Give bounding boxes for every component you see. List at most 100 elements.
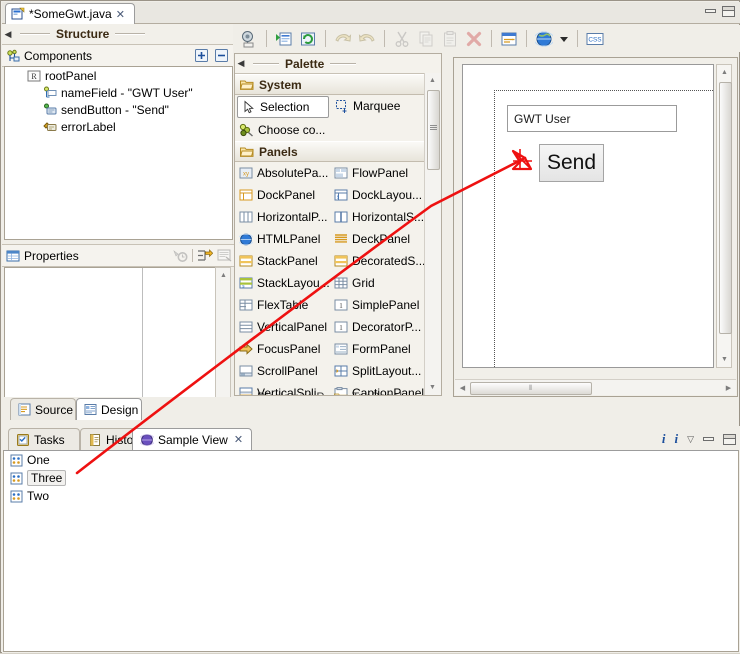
list-item-label: Two xyxy=(27,489,50,503)
sample-view-list[interactable]: One Three Two xyxy=(3,450,739,652)
palette-item-stacklayout[interactable]: s StackLayou... xyxy=(235,272,330,294)
close-icon[interactable]: ✕ xyxy=(234,433,243,446)
tree-row-errorlabel[interactable]: errorLabel xyxy=(5,118,232,135)
palette-category-panels[interactable]: Panels xyxy=(235,141,441,162)
list-item[interactable]: Two xyxy=(4,487,738,505)
hscroll-thumb[interactable]: ⦀ xyxy=(470,382,592,395)
palette-item-horizontalpanel[interactable]: HorizontalP... xyxy=(235,206,330,228)
dropdown-arrow-icon[interactable] xyxy=(557,28,571,50)
palette-scrollbar[interactable]: ▲ ▼ xyxy=(424,73,441,395)
view-menu-icon[interactable]: ▽ xyxy=(687,434,694,445)
palette-item-stackpanel[interactable]: StackPanel xyxy=(235,250,330,272)
design-canvas-area: GWT User Send ▲ ▼ ◀ ⦀ ▶ xyxy=(453,57,738,397)
html-panel-icon xyxy=(239,233,253,246)
maximize-icon[interactable] xyxy=(723,433,736,445)
palette-item-htmlpanel[interactable]: HTMLPanel xyxy=(235,228,330,250)
scroll-right-icon[interactable]: ▶ xyxy=(721,384,736,392)
expand-all-icon[interactable] xyxy=(194,48,209,63)
components-tree[interactable]: R rootPanel nameField - "GWT User" sendB… xyxy=(4,66,233,240)
scroll-down-icon[interactable]: ▼ xyxy=(425,380,440,395)
tab-source[interactable]: Source xyxy=(10,398,76,420)
palette-item-partial-b[interactable]: TabPanel xyxy=(330,386,425,395)
collapse-all-icon[interactable] xyxy=(214,48,229,63)
tree-row-sendbutton[interactable]: sendButton - "Send" xyxy=(5,101,232,118)
undo-icon[interactable] xyxy=(332,28,354,50)
info-icon-1[interactable]: i xyxy=(662,431,666,447)
minimize-icon[interactable] xyxy=(703,435,714,444)
palette-item-docklayoutpanel[interactable]: s DockLayou... xyxy=(330,184,425,206)
palette-item-decoratorpanel[interactable]: 1 DecoratorP... xyxy=(330,316,425,338)
open-in-editor-icon[interactable] xyxy=(273,28,295,50)
palette-item-grid[interactable]: Grid xyxy=(330,272,425,294)
canvas-scrollbar-thumb[interactable] xyxy=(719,82,732,334)
scroll-left-icon[interactable]: ◀ xyxy=(455,384,470,392)
palette-item-marquee[interactable]: Marquee xyxy=(331,95,431,117)
palette-item-deckpanel[interactable]: DeckPanel xyxy=(330,228,425,250)
minimize-icon[interactable] xyxy=(705,7,716,16)
list-item[interactable]: One xyxy=(4,451,738,469)
scroll-up-icon[interactable]: ▲ xyxy=(216,268,231,283)
maximize-icon[interactable] xyxy=(722,6,735,17)
copy-icon[interactable] xyxy=(415,28,437,50)
eclipse-window: *SomeGwt.java ✕ CSS ◀ Structure Componen… xyxy=(0,0,740,653)
refresh-icon[interactable] xyxy=(297,28,319,50)
palette-scrollbar-thumb[interactable] xyxy=(427,90,440,170)
properties-table[interactable] xyxy=(4,267,217,415)
tab-design[interactable]: Design xyxy=(76,398,142,420)
restore-default-icon[interactable] xyxy=(173,248,188,263)
css-icon[interactable]: CSS xyxy=(584,28,606,50)
properties-column-splitter[interactable] xyxy=(142,268,143,414)
design-icon xyxy=(84,403,97,416)
list-item[interactable]: Three xyxy=(4,469,738,487)
align-icon[interactable] xyxy=(498,28,520,50)
canvas-root-panel[interactable]: GWT User Send xyxy=(494,90,713,367)
palette-item-label: FormPanel xyxy=(352,342,411,356)
scroll-up-icon[interactable]: ▲ xyxy=(717,65,732,80)
globe-icon[interactable] xyxy=(533,28,555,50)
palette-item-absolutepanel[interactable]: xy AbsolutePa... xyxy=(235,162,330,184)
name-field[interactable]: GWT User xyxy=(507,105,677,132)
form-panel-icon xyxy=(334,343,348,355)
tree-row-rootpanel[interactable]: R rootPanel xyxy=(5,67,232,84)
tab-sample-view[interactable]: Sample View ✕ xyxy=(132,428,252,450)
palette-item-dockpanel[interactable]: DockPanel xyxy=(235,184,330,206)
hscroll-track[interactable]: ⦀ xyxy=(470,380,721,395)
palette-item-selection[interactable]: Selection xyxy=(237,96,329,118)
palette-item-flextable[interactable]: FlexTable xyxy=(235,294,330,316)
palette-item-verticalpanel[interactable]: VerticalPanel xyxy=(235,316,330,338)
paste-icon[interactable] xyxy=(439,28,461,50)
show-advanced-icon[interactable] xyxy=(197,248,213,263)
canvas-horizontal-scrollbar[interactable]: ◀ ⦀ ▶ xyxy=(455,379,736,395)
send-button[interactable]: Send xyxy=(539,144,604,182)
palette-item-label: SplitLayout... xyxy=(352,364,422,378)
show-events-icon[interactable] xyxy=(217,248,233,263)
delete-icon[interactable] xyxy=(463,28,485,50)
redo-icon[interactable] xyxy=(356,28,378,50)
test-preview-icon[interactable] xyxy=(238,28,260,50)
cut-icon[interactable] xyxy=(391,28,413,50)
editor-tab-somegwt[interactable]: *SomeGwt.java ✕ xyxy=(5,3,135,24)
design-canvas[interactable]: GWT User Send xyxy=(462,64,714,368)
scroll-up-icon[interactable]: ▲ xyxy=(425,73,440,88)
canvas-vertical-scrollbar[interactable]: ▲ ▼ xyxy=(716,64,732,368)
tree-row-namefield[interactable]: nameField - "GWT User" xyxy=(5,84,232,101)
palette-item-focuspanel[interactable]: FocusPanel xyxy=(235,338,330,360)
properties-scrollbar[interactable]: ▲ ▼ xyxy=(215,267,231,413)
palette-item-flowpanel[interactable]: FlowPanel xyxy=(330,162,425,184)
palette-item-partial-a[interactable]: Disclosure P... xyxy=(235,386,330,395)
palette-item-splitlayout[interactable]: SplitLayout... xyxy=(330,360,425,382)
palette-item-horizontalsplit[interactable]: HorizontalS... xyxy=(330,206,425,228)
collapse-left-icon[interactable]: ◀ xyxy=(2,29,14,40)
tasks-icon xyxy=(16,433,30,447)
palette-category-system[interactable]: System xyxy=(235,74,441,95)
palette-item-scrollpanel[interactable]: ScrollPanel xyxy=(235,360,330,382)
info-icon-2[interactable]: i xyxy=(674,431,678,447)
tab-tasks[interactable]: Tasks xyxy=(8,428,80,450)
close-icon[interactable]: ✕ xyxy=(116,8,125,21)
palette-item-formpanel[interactable]: FormPanel xyxy=(330,338,425,360)
scroll-down-icon[interactable]: ▼ xyxy=(717,352,732,367)
palette-item-choose-component[interactable]: Choose co... xyxy=(235,119,441,141)
collapse-palette-icon[interactable]: ◀ xyxy=(235,58,247,69)
palette-item-simplepanel[interactable]: 1 SimplePanel xyxy=(330,294,425,316)
palette-item-decoratedstack[interactable]: DecoratedS... xyxy=(330,250,425,272)
